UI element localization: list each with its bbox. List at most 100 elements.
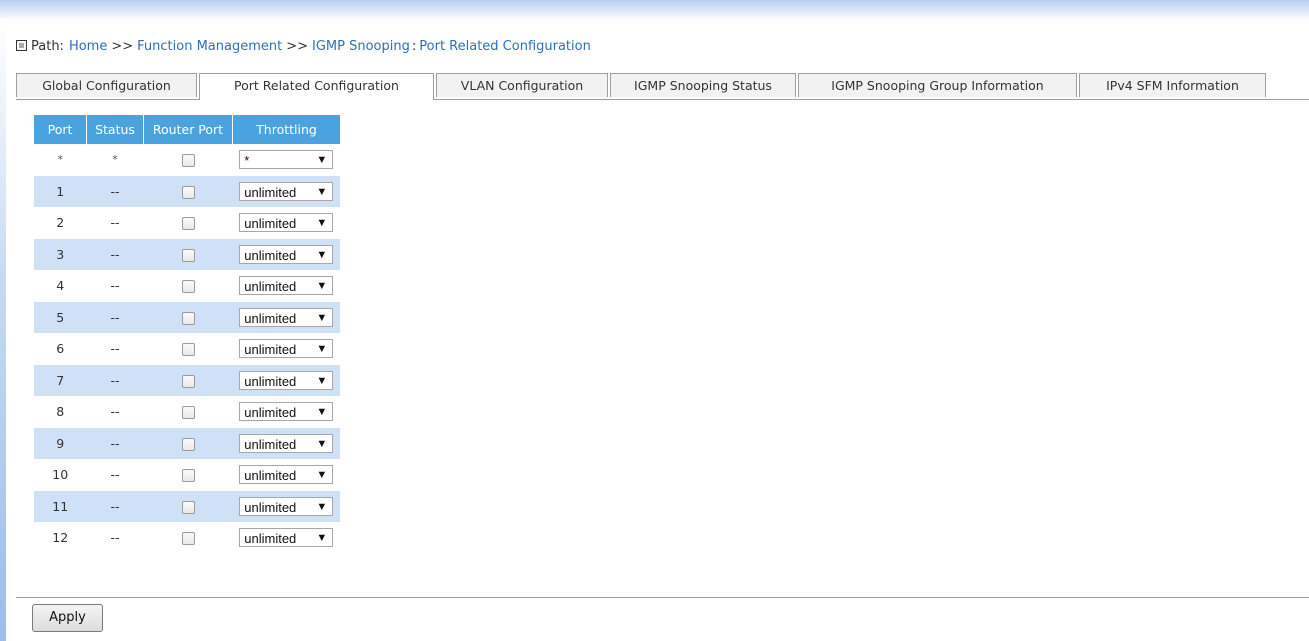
throttling-select[interactable]: unlimited ▼ — [239, 181, 334, 201]
status-cell: -- — [86, 396, 144, 428]
router-port-checkbox[interactable] — [181, 217, 195, 231]
table-row: 7 -- unlimited ▼ — [34, 364, 340, 396]
router-port-checkbox[interactable] — [181, 153, 195, 167]
router-port-checkbox[interactable] — [181, 343, 195, 357]
breadcrumb-separator: : — [411, 39, 417, 54]
column-header-port: Port — [34, 115, 87, 144]
throttling-value: unlimited — [244, 405, 297, 421]
throttling-select[interactable]: unlimited ▼ — [239, 370, 334, 390]
table-row: 5 -- unlimited ▼ — [34, 301, 340, 333]
throttling-select[interactable]: unlimited ▼ — [239, 276, 334, 296]
port-cell: 6 — [34, 333, 87, 365]
throttling-cell: unlimited ▼ — [232, 333, 340, 365]
status-cell: -- — [86, 522, 144, 554]
router-port-cell — [143, 144, 233, 176]
table-row: 11 -- unlimited ▼ — [34, 490, 340, 522]
status-cell: -- — [86, 238, 144, 270]
triangle-down-icon: ▼ — [316, 500, 328, 513]
router-port-cell — [143, 175, 233, 207]
table-body: * * * ▼ 1 -- unlimited ▼ 2 -- unlimited ▼ 3 -- unlimit… — [34, 144, 340, 554]
table-row: 6 -- unlimited ▼ — [34, 333, 340, 365]
column-header-status: Status — [86, 115, 144, 144]
tab-igmp-snooping-status[interactable]: IGMP Snooping Status — [610, 73, 796, 97]
throttling-select[interactable]: unlimited ▼ — [239, 402, 334, 422]
router-port-checkbox[interactable] — [181, 311, 195, 325]
router-port-checkbox[interactable] — [181, 248, 195, 262]
router-port-checkbox[interactable] — [181, 280, 195, 294]
status-cell: -- — [86, 175, 144, 207]
port-cell: 12 — [34, 522, 87, 554]
table-row: 4 -- unlimited ▼ — [34, 270, 340, 302]
router-port-cell — [143, 333, 233, 365]
triangle-down-icon: ▼ — [316, 343, 328, 356]
port-cell: 3 — [34, 238, 87, 270]
breadcrumb-home-link[interactable]: Home — [69, 39, 107, 54]
table-row: 9 -- unlimited ▼ — [34, 427, 340, 459]
throttling-cell: * ▼ — [232, 144, 340, 176]
router-port-cell — [143, 238, 233, 270]
triangle-down-icon: ▼ — [316, 532, 328, 545]
throttling-select[interactable]: unlimited ▼ — [239, 433, 334, 453]
router-port-cell — [143, 301, 233, 333]
breadcrumb-separator: >> — [111, 39, 134, 54]
router-port-cell — [143, 207, 233, 239]
router-port-cell — [143, 490, 233, 522]
column-header-router-port: Router Port — [143, 115, 233, 144]
throttling-cell: unlimited ▼ — [232, 364, 340, 396]
router-port-checkbox[interactable] — [181, 469, 195, 483]
status-cell: -- — [86, 333, 144, 365]
router-port-checkbox[interactable] — [181, 532, 195, 546]
apply-button[interactable]: Apply — [32, 604, 103, 632]
port-cell: * — [34, 144, 87, 176]
port-cell: 10 — [34, 459, 87, 491]
tab-port-related-configuration[interactable]: Port Related Configuration — [199, 73, 434, 100]
throttling-cell: unlimited ▼ — [232, 427, 340, 459]
status-cell: -- — [86, 301, 144, 333]
table-header-row: Port Status Router Port Throttling — [34, 115, 340, 144]
router-port-checkbox[interactable] — [181, 437, 195, 451]
throttling-select[interactable]: unlimited ▼ — [239, 496, 334, 516]
throttling-select[interactable]: unlimited ▼ — [239, 528, 334, 548]
throttling-value: unlimited — [244, 310, 297, 326]
triangle-down-icon: ▼ — [316, 154, 328, 167]
triangle-down-icon: ▼ — [316, 185, 328, 198]
port-cell: 9 — [34, 427, 87, 459]
triangle-down-icon: ▼ — [316, 406, 328, 419]
table-row: 8 -- unlimited ▼ — [34, 396, 340, 428]
port-cell: 8 — [34, 396, 87, 428]
router-port-checkbox[interactable] — [181, 185, 195, 199]
throttling-select[interactable]: unlimited ▼ — [239, 244, 334, 264]
port-cell: 11 — [34, 490, 87, 522]
breadcrumb-igmp-snooping-link[interactable]: IGMP Snooping — [312, 39, 410, 54]
throttling-cell: unlimited ▼ — [232, 238, 340, 270]
tab-ipv4-sfm-information[interactable]: IPv4 SFM Information — [1079, 73, 1266, 97]
breadcrumb-separator: >> — [286, 39, 309, 54]
throttling-select[interactable]: unlimited ▼ — [239, 339, 334, 359]
table-row: 2 -- unlimited ▼ — [34, 207, 340, 239]
throttling-select[interactable]: unlimited ▼ — [239, 213, 334, 233]
content-panel: Port Status Router Port Throttling * * * ▼ 1… — [16, 100, 1309, 598]
port-cell: 7 — [34, 364, 87, 396]
throttling-cell: unlimited ▼ — [232, 490, 340, 522]
router-port-cell — [143, 522, 233, 554]
tab-global-configuration[interactable]: Global Configuration — [16, 73, 197, 97]
router-port-checkbox[interactable] — [181, 500, 195, 514]
throttling-select[interactable]: * ▼ — [239, 150, 334, 170]
breadcrumb-function-management-link[interactable]: Function Management — [137, 39, 282, 54]
throttling-value: * — [244, 153, 250, 169]
tab-vlan-configuration[interactable]: VLAN Configuration — [436, 73, 608, 97]
port-cell: 4 — [34, 270, 87, 302]
throttling-select[interactable]: unlimited ▼ — [239, 465, 334, 485]
router-port-checkbox[interactable] — [181, 406, 195, 420]
throttling-select[interactable]: unlimited ▼ — [239, 307, 334, 327]
triangle-down-icon: ▼ — [316, 374, 328, 387]
top-gradient-bar — [0, 0, 1309, 20]
tab-igmp-snooping-group-information[interactable]: IGMP Snooping Group Information — [798, 73, 1077, 97]
port-config-table: Port Status Router Port Throttling * * * ▼ 1… — [34, 115, 340, 554]
throttling-value: unlimited — [244, 373, 297, 389]
status-cell: -- — [86, 427, 144, 459]
table-row: 1 -- unlimited ▼ — [34, 175, 340, 207]
square-icon — [16, 40, 27, 51]
throttling-value: unlimited — [244, 499, 297, 515]
router-port-checkbox[interactable] — [181, 374, 195, 388]
